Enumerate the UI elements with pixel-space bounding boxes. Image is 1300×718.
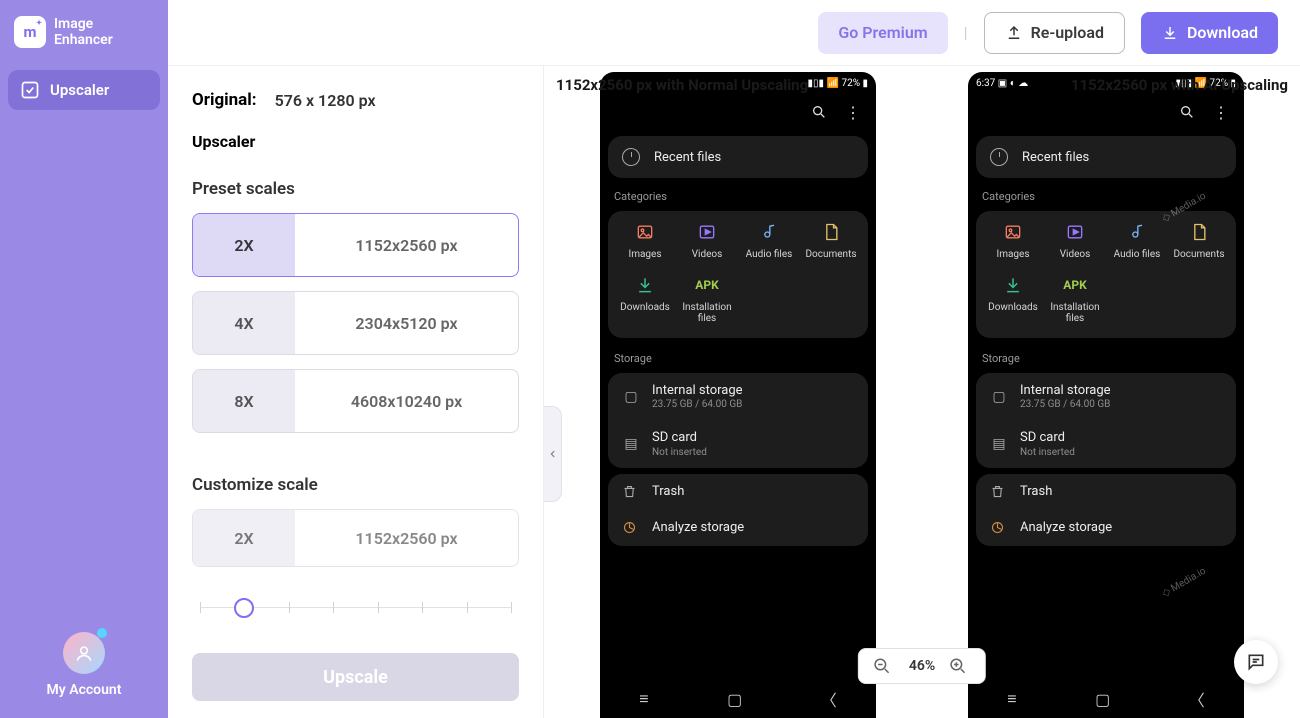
scale-slider[interactable] (200, 591, 511, 625)
search-icon[interactable] (811, 104, 827, 120)
header-divider: | (964, 23, 968, 42)
category-documents[interactable]: Documents (1168, 221, 1230, 260)
phone-preview-ai: 6:37 ▣ ◐ ☁▮▯▮ 📶 72% ▮⋮Recent filesCatego… (968, 72, 1244, 718)
zoom-in-button[interactable] (949, 657, 971, 675)
category-apk[interactable]: APKInstallation files (1044, 274, 1106, 324)
slider-thumb[interactable] (234, 598, 254, 618)
sidebar-item-label: Upscaler (50, 81, 109, 99)
account-label: My Account (8, 682, 160, 698)
storage-label: Storage (600, 344, 876, 367)
preset-option-2x[interactable]: 2X 1152x2560 px (192, 213, 519, 277)
analyze-row[interactable]: Analyze storage (608, 510, 868, 546)
trash-row[interactable]: Trash (608, 474, 868, 510)
sd-card-row[interactable]: ▤SD cardNot inserted (976, 420, 1236, 467)
category-images[interactable]: Images (982, 221, 1044, 260)
preview-right-label: 1152x2560 px with AI Upscaling (1071, 76, 1288, 94)
preview-left-label: 1152x2560 px with Normal Upscaling (556, 76, 808, 94)
reupload-button[interactable]: Re-upload (984, 12, 1125, 54)
avatar (63, 632, 105, 674)
analyze-icon (990, 520, 1008, 535)
phone-icon: ▢ (990, 389, 1008, 405)
upscale-button[interactable]: Upscale (192, 653, 519, 701)
category-videos[interactable]: Videos (676, 221, 738, 260)
category-downloads[interactable]: Downloads (982, 274, 1044, 324)
original-label: Original: (192, 90, 257, 110)
storage-label: Storage (968, 344, 1244, 367)
preview-area: 1152x2560 px with Normal Upscaling 1152x… (544, 66, 1300, 718)
sidebar: m✦ Image Enhancer Upscaler My Account (0, 0, 168, 718)
main: Go Premium | Re-upload Download Original… (168, 0, 1300, 718)
logo-badge: m✦ (14, 16, 46, 48)
download-icon (1161, 24, 1179, 42)
category-images[interactable]: Images (614, 221, 676, 260)
category-audio[interactable]: Audio files (1106, 221, 1168, 260)
logo-text: Image Enhancer (54, 16, 113, 48)
phone-toolbar: ⋮ (600, 94, 876, 130)
trash-icon (622, 484, 640, 499)
go-premium-button[interactable]: Go Premium (818, 12, 947, 54)
more-icon[interactable]: ⋮ (845, 103, 862, 122)
download-button[interactable]: Download (1141, 12, 1278, 54)
trash-row[interactable]: Trash (976, 474, 1236, 510)
phone-icon: ▢ (622, 389, 640, 405)
more-icon[interactable]: ⋮ (1213, 103, 1230, 122)
category-downloads[interactable]: Downloads (614, 274, 676, 324)
trash-icon (990, 484, 1008, 499)
preset-option-8x[interactable]: 8X 4608x10240 px (192, 369, 519, 433)
header: Go Premium | Re-upload Download (168, 0, 1300, 66)
zoom-value: 46% (909, 658, 935, 674)
analyze-row[interactable]: Analyze storage (976, 510, 1236, 546)
account-section[interactable]: My Account (8, 632, 160, 708)
preset-scales-label: Preset scales (192, 179, 519, 199)
phone-navbar: ≡▢〈 (600, 680, 876, 718)
phone-navbar: ≡▢〈 (968, 680, 1244, 718)
preset-option-4x[interactable]: 4X 2304x5120 px (192, 291, 519, 355)
clock-icon (622, 148, 640, 166)
internal-storage-row[interactable]: ▢Internal storage23.75 GB / 64.00 GB (976, 373, 1236, 420)
recent-files-row[interactable]: Recent files (976, 136, 1236, 178)
search-icon[interactable] (1179, 104, 1195, 120)
clock-icon (990, 148, 1008, 166)
phone-toolbar: ⋮ (968, 94, 1244, 130)
controls-panel: Original: 576 x 1280 px Upscaler Preset … (168, 66, 544, 718)
collapse-panel-button[interactable] (544, 406, 562, 502)
upscaler-icon (20, 80, 40, 100)
app-logo: m✦ Image Enhancer (8, 10, 160, 70)
sd-card-row[interactable]: ▤SD cardNot inserted (608, 420, 868, 467)
category-apk[interactable]: APKInstallation files (676, 274, 738, 324)
categories-label: Categories (968, 184, 1244, 205)
zoom-out-button[interactable] (873, 657, 895, 675)
panel-title: Upscaler (192, 132, 519, 151)
analyze-icon (622, 520, 640, 535)
recent-files-row[interactable]: Recent files (608, 136, 868, 178)
custom-scale-box[interactable]: 2X 1152x2560 px (192, 509, 519, 567)
sd-icon: ▤ (622, 436, 640, 452)
customize-scale-label: Customize scale (192, 475, 519, 495)
phone-preview-normal: ▮▯▮ 📶 72% ▮⋮Recent filesCategoriesImages… (600, 72, 876, 718)
category-videos[interactable]: Videos (1044, 221, 1106, 260)
feedback-button[interactable] (1234, 640, 1278, 684)
zoom-control: 46% (858, 648, 986, 684)
original-value: 576 x 1280 px (275, 91, 376, 110)
category-documents[interactable]: Documents (800, 221, 862, 260)
internal-storage-row[interactable]: ▢Internal storage23.75 GB / 64.00 GB (608, 373, 868, 420)
sidebar-item-upscaler[interactable]: Upscaler (8, 70, 160, 110)
categories-label: Categories (600, 184, 876, 205)
sd-icon: ▤ (990, 436, 1008, 452)
upload-icon (1005, 24, 1023, 42)
category-audio[interactable]: Audio files (738, 221, 800, 260)
